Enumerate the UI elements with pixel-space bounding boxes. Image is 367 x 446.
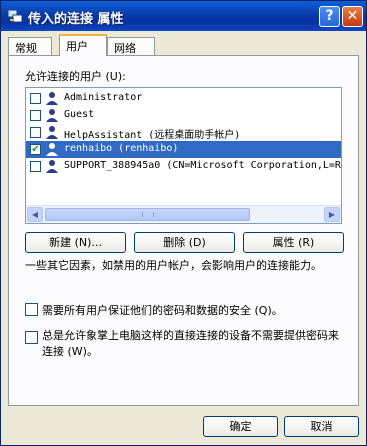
user-icon <box>46 92 58 105</box>
user-properties-button[interactable]: 属性 (R) <box>243 232 344 253</box>
info-text: 一些其它因素，如禁用的用户帐户，会影响用户的连接能力。 <box>25 259 322 272</box>
delete-user-button[interactable]: 删除 (D) <box>134 232 235 253</box>
list-item[interactable]: Guest <box>26 107 341 124</box>
cancel-button[interactable]: 取消 <box>284 416 359 437</box>
allow-direct-checkbox[interactable] <box>25 331 38 344</box>
user-name: SUPPORT_388945a0 (CN=Microsoft Corporati… <box>64 160 342 171</box>
users-listbox[interactable]: Administrator Guest HelpAssistant (远程桌面助… <box>25 87 342 224</box>
allow-direct-label[interactable]: 总是允许象掌上电脑这样的直接连接的设备不需要提供密码来连接 (W)。 <box>42 328 342 360</box>
tab-network[interactable]: 网络 <box>107 37 155 55</box>
connection-icon <box>7 9 23 23</box>
new-user-button[interactable]: 新建 (N)... <box>25 232 126 253</box>
user-icon <box>46 109 58 122</box>
scroll-thumb[interactable] <box>45 208 250 221</box>
user-name: HelpAssistant (远程桌面助手帐户) <box>64 130 241 141</box>
list-item[interactable]: Administrator <box>26 90 341 107</box>
grip-icon <box>142 212 154 217</box>
scroll-right-button[interactable]: ▶ <box>324 207 340 222</box>
user-icon <box>46 126 58 139</box>
user-checkbox[interactable]: ✔ <box>30 144 41 155</box>
require-secure-label[interactable]: 需要所有用户保证他们的密码和数据的安全 (Q)。 <box>42 302 283 318</box>
user-name: Administrator <box>64 92 143 103</box>
list-item[interactable]: ✔ renhaibo (renhaibo) <box>26 141 341 158</box>
properties-dialog: 传入的连接 属性 ? ✕ 常规 用户 网络 允许连接的用户 (U): Admin… <box>0 0 367 446</box>
window-title: 传入的连接 属性 <box>28 12 124 27</box>
tab-users[interactable]: 用户 <box>59 34 107 56</box>
user-checkbox[interactable] <box>30 93 41 104</box>
users-list-label: 允许连接的用户 (U): <box>25 70 126 83</box>
scroll-left-button[interactable]: ◀ <box>27 207 43 222</box>
close-button[interactable]: ✕ <box>342 6 363 27</box>
user-checkbox[interactable] <box>30 110 41 121</box>
user-name: Guest <box>64 109 95 120</box>
title-bar[interactable]: 传入的连接 属性 ? ✕ <box>1 1 366 31</box>
horizontal-scrollbar[interactable]: ◀ ▶ <box>26 205 341 223</box>
help-button[interactable]: ? <box>319 6 340 27</box>
user-checkbox[interactable] <box>30 127 41 138</box>
users-panel: 允许连接的用户 (U): Administrator Guest HelpAss… <box>8 55 359 406</box>
user-name: renhaibo (renhaibo) <box>64 143 179 154</box>
require-secure-checkbox[interactable] <box>25 303 38 316</box>
user-icon <box>46 160 58 173</box>
user-checkbox[interactable] <box>30 161 41 172</box>
list-item[interactable]: HelpAssistant (远程桌面助手帐户) <box>26 124 341 141</box>
tab-general[interactable]: 常规 <box>8 37 52 55</box>
list-item[interactable]: SUPPORT_388945a0 (CN=Microsoft Corporati… <box>26 158 342 175</box>
ok-button[interactable]: 确定 <box>203 416 278 437</box>
user-icon <box>46 143 58 156</box>
